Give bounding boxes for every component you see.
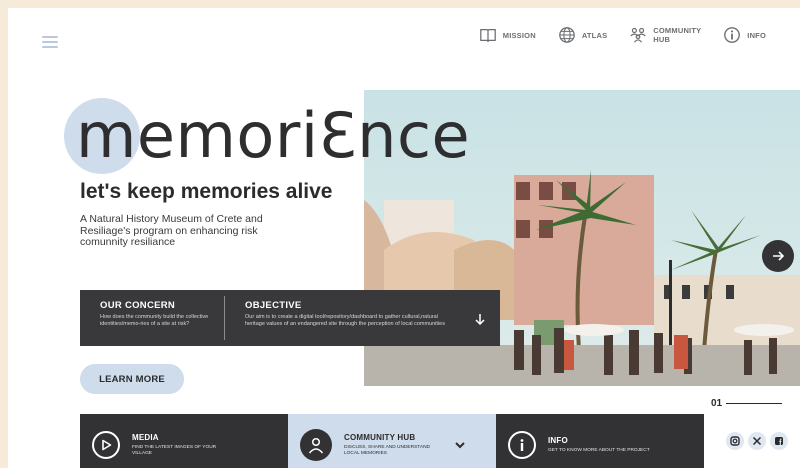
user-icon — [300, 429, 332, 461]
concern-objective-panel: OUR CONCERN How does the community build… — [80, 290, 500, 346]
community-hub-card[interactable]: COMMUNITY HUB DISCUSS, SHARE AND UNDERST… — [288, 414, 496, 468]
instagram-icon[interactable] — [726, 432, 744, 450]
info-card[interactable]: INFO GET TO KNOW MORE ABOUT THE PROJECT — [496, 414, 704, 468]
social-links — [726, 432, 788, 450]
nav-atlas[interactable]: ATLAS — [558, 26, 607, 44]
nav-community-hub-label: COMMUNITY HUB — [653, 26, 702, 44]
nav-mission[interactable]: MISSION — [479, 26, 536, 44]
nav-community-hub[interactable]: COMMUNITY HUB — [629, 26, 701, 44]
community-hub-title: COMMUNITY HUB — [344, 433, 416, 442]
globe-icon — [558, 27, 575, 43]
page: MISSION ATLAS COMMUNITY HUB INFO memoriƐ… — [8, 8, 800, 468]
menu-icon[interactable] — [42, 36, 58, 48]
nav-mission-label: MISSION — [502, 30, 536, 40]
top-nav: MISSION ATLAS COMMUNITY HUB INFO — [479, 26, 766, 44]
info-circle-icon — [508, 431, 536, 459]
bottom-bar: MEDIA FIND THE LATEST IMAGES OF YOUR VIL… — [80, 414, 704, 468]
book-icon — [479, 28, 496, 43]
community-hub-text: DISCUSS, SHARE AND UNDERSTAND LOCAL MEMO… — [344, 445, 431, 456]
info-text: GET TO KNOW MORE ABOUT THE PROJECT — [548, 448, 650, 453]
nav-info-label: INFO — [747, 30, 766, 40]
objective-text: Our aim is to create a digital tool/repo… — [245, 314, 445, 327]
objective-block: OBJECTIVE Our aim is to create a digital… — [225, 290, 455, 346]
facebook-icon[interactable] — [770, 432, 788, 450]
concern-title: OUR CONCERN — [100, 300, 176, 311]
slide-line — [726, 403, 783, 404]
people-icon — [630, 27, 646, 43]
info-icon — [724, 27, 741, 43]
media-title: MEDIA — [132, 433, 159, 442]
slide-indicator: 01 — [711, 398, 783, 409]
concern-text: How does the community build the collect… — [100, 314, 209, 327]
media-card[interactable]: MEDIA FIND THE LATEST IMAGES OF YOUR VIL… — [80, 414, 288, 468]
intro-text: A Natural History Museum of Crete and Re… — [80, 213, 263, 248]
chevron-down-icon[interactable] — [454, 439, 466, 451]
arrow-down-icon — [475, 314, 485, 326]
site-logo: memoriƐnce — [76, 99, 471, 172]
learn-more-button[interactable]: LEARN MORE — [80, 364, 184, 394]
slide-number: 01 — [711, 398, 723, 409]
tagline: let's keep memories alive — [80, 180, 333, 203]
nav-atlas-label: ATLAS — [581, 30, 608, 40]
media-text: FIND THE LATEST IMAGES OF YOUR VILLAGE — [132, 445, 217, 456]
nav-info[interactable]: INFO — [723, 26, 766, 44]
scroll-down-button[interactable] — [474, 312, 486, 330]
play-icon — [92, 431, 120, 459]
arrow-right-icon — [773, 251, 785, 261]
info-title: INFO — [548, 436, 568, 445]
objective-title: OBJECTIVE — [245, 300, 302, 311]
x-icon[interactable] — [748, 432, 766, 450]
next-slide-button[interactable] — [762, 240, 794, 272]
concern-block: OUR CONCERN How does the community build… — [80, 290, 210, 346]
